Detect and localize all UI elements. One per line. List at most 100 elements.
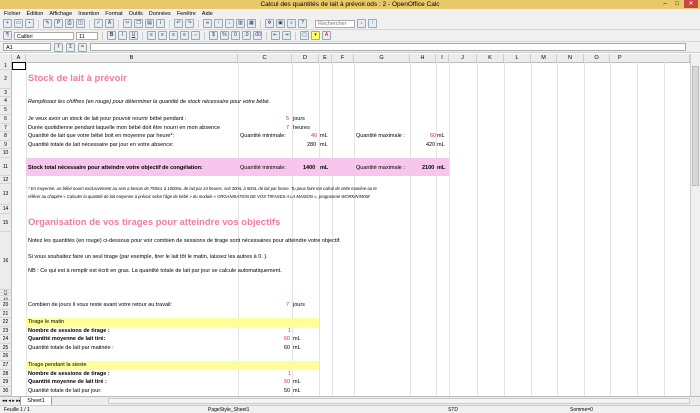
pivot-table-icon[interactable]: ▦ [247,19,256,28]
borders-icon[interactable]: ▢ [300,31,309,40]
align-left-icon[interactable]: ≡ [147,31,156,40]
column-header-k[interactable]: K [477,54,504,62]
open-folder-icon[interactable]: ▭ [14,19,23,28]
morning-average-value[interactable]: 60 [284,336,290,342]
print-preview-icon[interactable]: ◫ [76,19,85,28]
function-wizard-icon[interactable]: f [54,42,63,52]
minimize-button[interactable]: – [660,0,670,8]
cut-icon[interactable]: ✂ [123,19,132,28]
zoom-icon[interactable]: ⌕ [287,19,296,28]
hourly-max-value[interactable]: 60 [430,133,436,139]
help-icon[interactable]: ? [298,19,307,28]
column-header-j[interactable]: J [449,54,477,62]
remove-decimal-icon[interactable]: .00 [253,31,262,40]
column-header-h[interactable]: H [410,54,436,62]
add-decimal-icon[interactable]: .0 [242,31,251,40]
print-icon[interactable]: ⎙ [65,19,74,28]
export-pdf-icon[interactable]: P [54,19,63,28]
align-justify-icon[interactable]: ≡ [180,31,189,40]
row-header[interactable]: 2 [0,70,12,89]
search-up-icon[interactable]: ↑ [368,19,377,28]
search-down-icon[interactable]: ↓ [357,19,366,28]
menu-view[interactable]: Affichage [49,11,72,17]
bold-icon[interactable]: B [107,31,116,40]
select-all-corner[interactable] [0,54,12,62]
column-header-d[interactable]: D [292,54,319,62]
navigator-icon[interactable]: ✲ [265,19,274,28]
column-header-b[interactable]: B [26,54,238,62]
row-header[interactable]: 22 [0,318,12,327]
daily-duration-value[interactable]: 7 [286,125,289,131]
row-header[interactable]: 6 [0,115,12,124]
increase-indent-icon[interactable]: ⇥ [282,31,291,40]
column-header-i[interactable]: I [436,54,449,62]
row-header[interactable]: 7 [0,124,12,132]
vertical-scrollbar[interactable] [690,54,700,396]
edit-file-icon[interactable]: ✎ [43,19,52,28]
menu-format[interactable]: Format [105,11,122,17]
row-header[interactable]: 3 [0,89,12,97]
horizontal-scrollbar[interactable] [108,398,690,404]
row-header[interactable]: 4 [0,97,12,106]
undo-icon[interactable]: ↶ [174,19,183,28]
copy-icon[interactable]: ❐ [134,19,143,28]
row-header[interactable]: 28 [0,370,12,378]
tab-nav-arrows-icon[interactable]: ◂◂ ◂ ▸ ▸▸ [2,398,21,404]
name-box[interactable]: A1 [3,43,51,51]
chart-icon[interactable]: ▥ [236,19,245,28]
column-header-f[interactable]: F [332,54,354,62]
italic-icon[interactable]: I [118,31,127,40]
standard-format-icon[interactable]: 0 [231,31,240,40]
save-icon[interactable]: ▪ [25,19,34,28]
column-header-e[interactable]: E [319,54,332,62]
paste-icon[interactable]: ▤ [145,19,154,28]
column-header-p[interactable]: P [610,54,690,62]
menu-window[interactable]: Fenêtre [177,11,196,17]
sort-descending-icon[interactable]: ↓ [225,19,234,28]
selected-cell-a1[interactable] [12,62,26,70]
column-header-a[interactable]: A [12,54,26,62]
row-header[interactable]: 1 [0,62,12,70]
row-header[interactable]: 21 [0,310,12,318]
row-header[interactable]: 26 [0,352,12,361]
column-header-c[interactable]: C [238,54,292,62]
row-header[interactable]: 5 [0,106,12,115]
currency-format-icon[interactable]: $ [209,31,218,40]
morning-sessions-value[interactable]: 1 [288,328,291,334]
row-header[interactable]: 9 [0,141,12,149]
row-header[interactable]: 20 [0,301,12,310]
row-header[interactable]: 16 [0,232,12,290]
equals-icon[interactable]: = [78,42,87,52]
search-input[interactable] [315,19,355,28]
column-header-o[interactable]: O [584,54,610,62]
row-header[interactable]: 15 [0,214,12,232]
row-header[interactable]: 14 [0,205,12,214]
sum-icon[interactable]: Σ [66,42,75,52]
align-right-icon[interactable]: ≡ [169,31,178,40]
background-color-icon[interactable]: ▾ [311,31,320,40]
row-header[interactable]: 30 [0,387,12,396]
row-header[interactable]: 23 [0,327,12,335]
font-name-select[interactable]: Calibri [14,31,74,40]
row-header[interactable]: 29 [0,378,12,387]
row-header[interactable]: 27 [0,361,12,370]
redo-icon[interactable]: ↷ [185,19,194,28]
scrollbar-thumb[interactable] [692,66,699,186]
row-header[interactable]: 10 [0,149,12,158]
column-header-m[interactable]: M [531,54,557,62]
row-header[interactable]: 13 [0,184,12,205]
format-paintbrush-icon[interactable]: ⌇ [156,19,165,28]
spellcheck-icon[interactable]: ✓ [94,19,103,28]
close-button[interactable]: ✕ [684,0,698,8]
merge-cells-icon[interactable]: ⇔ [191,31,200,40]
font-color-icon[interactable]: A [322,31,331,40]
row-header[interactable]: 12 [0,176,12,184]
decrease-indent-icon[interactable]: ⇤ [271,31,280,40]
sort-ascending-icon[interactable]: ↑ [214,19,223,28]
stock-days-value[interactable]: 5 [286,116,289,122]
maximize-button[interactable]: □ [672,0,682,8]
hourly-min-value[interactable]: 40 [311,133,317,139]
align-center-icon[interactable]: ≡ [158,31,167,40]
underline-icon[interactable]: U [129,31,138,40]
hyperlink-icon[interactable]: ∞ [203,19,212,28]
